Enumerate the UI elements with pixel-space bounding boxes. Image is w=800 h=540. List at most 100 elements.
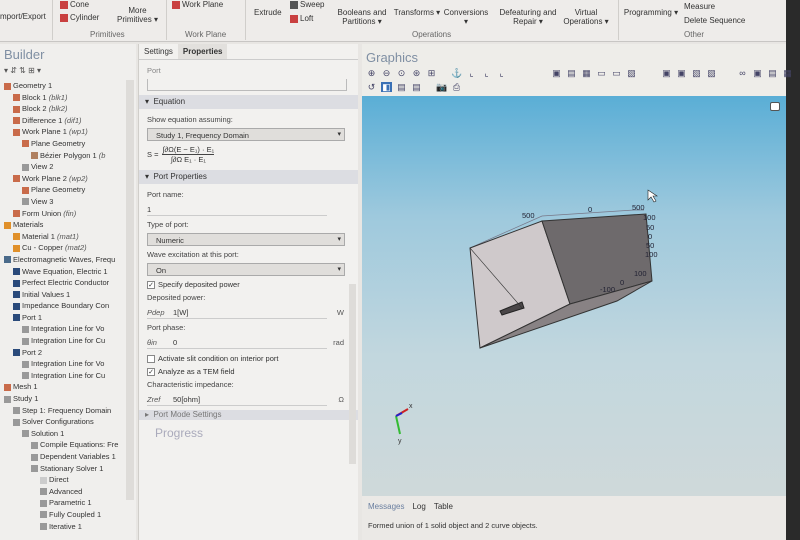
tree-item[interactable]: Integration Line for Cu: [0, 370, 126, 382]
tree-item[interactable]: Dependent Variables 1: [0, 451, 126, 463]
tree-item[interactable]: Direct: [0, 474, 126, 486]
tree-item[interactable]: Step 1: Frequency Domain: [0, 405, 126, 417]
view-zx-icon[interactable]: ⌞: [496, 68, 507, 78]
delete-sequence-button[interactable]: Delete Sequence: [684, 16, 745, 25]
tree-item[interactable]: Work Plane 2 (wp2): [0, 173, 126, 185]
label-field[interactable]: [147, 79, 347, 91]
conversions-button[interactable]: Conversions ▾: [441, 8, 491, 26]
slit-condition-checkbox[interactable]: Activate slit condition on interior port: [139, 352, 358, 365]
section-equation[interactable]: ▾ Equation: [139, 95, 358, 109]
tree-item[interactable]: Impedance Boundary Con: [0, 300, 126, 312]
camera-icon[interactable]: 📷: [436, 82, 447, 92]
tree-item[interactable]: Perfect Electric Conductor: [0, 277, 126, 289]
select-icon[interactable]: ▧: [626, 68, 637, 78]
study-select[interactable]: Study 1, Frequency Domain: [147, 128, 345, 141]
maximize-view-icon[interactable]: [770, 102, 780, 111]
zoom-in-icon[interactable]: ⊕: [366, 68, 377, 78]
tree-item[interactable]: Solution 1: [0, 428, 126, 440]
defeaturing-button[interactable]: Defeaturing and Repair ▾: [498, 8, 558, 26]
type-of-port-select[interactable]: Numeric: [147, 233, 345, 246]
tree-item[interactable]: Stationary Solver 1: [0, 463, 126, 475]
virtual-operations-button[interactable]: Virtual Operations ▾: [558, 8, 614, 26]
more-primitives-button[interactable]: More Primitives ▾: [115, 6, 160, 24]
port-phase-field[interactable]: θin 0: [147, 336, 327, 349]
select-box-icon[interactable]: ▧: [691, 68, 702, 78]
build-all-icon[interactable]: ▣: [676, 68, 687, 78]
tab-messages[interactable]: Messages: [368, 502, 404, 511]
table-icon[interactable]: ▦: [782, 68, 793, 78]
tree-item[interactable]: View 3: [0, 196, 126, 208]
tree-item[interactable]: Block 2 (blk2): [0, 103, 126, 115]
loft-button[interactable]: Loft: [290, 14, 313, 23]
tem-field-checkbox[interactable]: ✓ Analyze as a TEM field: [139, 365, 358, 378]
view-xy-icon[interactable]: ⌞: [466, 68, 477, 78]
window-icon[interactable]: ▣: [752, 68, 763, 78]
zoom-selected-icon[interactable]: ⊛: [411, 68, 422, 78]
tree-item[interactable]: Solver Configurations: [0, 416, 126, 428]
model-tree[interactable]: Geometry 1 Block 1 (blk1) Block 2 (blk2) D…: [0, 80, 126, 532]
tree-item[interactable]: Port 2: [0, 347, 126, 359]
tree-item[interactable]: Wave Equation, Electric 1: [0, 266, 126, 278]
tree-item[interactable]: Port 1: [0, 312, 126, 324]
section-port-properties[interactable]: ▾ Port Properties: [139, 170, 358, 184]
wave-excitation-select[interactable]: On: [147, 263, 345, 276]
tree-item[interactable]: Materials: [0, 219, 126, 231]
views-icon[interactable]: ▤: [411, 82, 422, 92]
transparency-icon[interactable]: ▦: [581, 68, 592, 78]
tree-item[interactable]: Fully Coupled 1: [0, 509, 126, 521]
scene-light-icon[interactable]: ▭: [596, 68, 607, 78]
tree-item[interactable]: Parametric 1: [0, 497, 126, 509]
link-icon[interactable]: ∞: [737, 68, 748, 78]
section-port-mode-settings[interactable]: ▸ Port Mode Settings: [139, 410, 358, 420]
sweep-button[interactable]: Sweep: [290, 0, 324, 9]
deselect-icon[interactable]: ▧: [706, 68, 717, 78]
measure-button[interactable]: Measure: [684, 2, 715, 11]
tree-item[interactable]: Work Plane 1 (wp1): [0, 126, 126, 138]
tree-item[interactable]: Cu - Copper (mat2): [0, 242, 126, 254]
tree-item[interactable]: Difference 1 (dif1): [0, 115, 126, 127]
plot-icon[interactable]: ▤: [767, 68, 778, 78]
tree-item[interactable]: Bézier Polygon 1 (b: [0, 150, 126, 162]
tree-item[interactable]: Form Union (fin): [0, 208, 126, 220]
wireframe-icon[interactable]: ▤: [566, 68, 577, 78]
render-icon[interactable]: ▣: [551, 68, 562, 78]
tree-item[interactable]: Study 1: [0, 393, 126, 405]
tab-settings[interactable]: Settings: [139, 44, 178, 59]
tree-item[interactable]: Material 1 (mat1): [0, 231, 126, 243]
tree-item[interactable]: Iterative 1: [0, 521, 126, 533]
tab-table[interactable]: Table: [434, 502, 453, 511]
tree-item[interactable]: Geometry 1: [0, 80, 126, 92]
tree-item[interactable]: Advanced: [0, 486, 126, 498]
transforms-button[interactable]: Transforms ▾: [393, 8, 441, 17]
tree-item[interactable]: Integration Line for Vo: [0, 358, 126, 370]
anchor-icon[interactable]: ⚓: [451, 68, 462, 78]
settings-scrollbar[interactable]: [349, 284, 356, 464]
booleans-button[interactable]: Booleans and Partitions ▾: [333, 8, 391, 26]
hide-icon[interactable]: ▭: [611, 68, 622, 78]
tree-item[interactable]: Plane Geometry: [0, 184, 126, 196]
import-export-button[interactable]: mport/Export: [0, 12, 46, 21]
tab-log[interactable]: Log: [412, 502, 425, 511]
cylinder-button[interactable]: Cylinder: [60, 13, 99, 22]
tab-properties[interactable]: Properties: [177, 44, 228, 59]
zoom-box-icon[interactable]: ⊙: [396, 68, 407, 78]
tree-item[interactable]: Initial Values 1: [0, 289, 126, 301]
tree-item[interactable]: Block 1 (blk1): [0, 92, 126, 104]
cone-button[interactable]: Cone: [60, 0, 89, 9]
zoom-out-icon[interactable]: ⊖: [381, 68, 392, 78]
tree-item[interactable]: Plane Geometry: [0, 138, 126, 150]
tree-item[interactable]: Mesh 1: [0, 381, 126, 393]
tree-item[interactable]: Electromagnetic Waves, Frequ: [0, 254, 126, 266]
print-icon[interactable]: ⎙: [451, 82, 462, 92]
orthographic-icon[interactable]: ▤: [396, 82, 407, 92]
tree-item[interactable]: Integration Line for Cu: [0, 335, 126, 347]
zoom-extents-icon[interactable]: ⊞: [426, 68, 437, 78]
build-icon[interactable]: ▣: [661, 68, 672, 78]
deposited-power-field[interactable]: Pdep 1[W]: [147, 306, 327, 319]
extrude-button[interactable]: Extrude: [254, 8, 282, 17]
builder-toolbar[interactable]: ▾ ⇵ ⇅ ⊞ ▾: [4, 66, 41, 75]
port-name-field[interactable]: 1: [147, 203, 327, 216]
specify-power-checkbox[interactable]: ✓ Specify deposited power: [139, 278, 358, 291]
programming-button[interactable]: Programming ▾: [622, 8, 680, 17]
tree-item[interactable]: Integration Line for Vo: [0, 323, 126, 335]
